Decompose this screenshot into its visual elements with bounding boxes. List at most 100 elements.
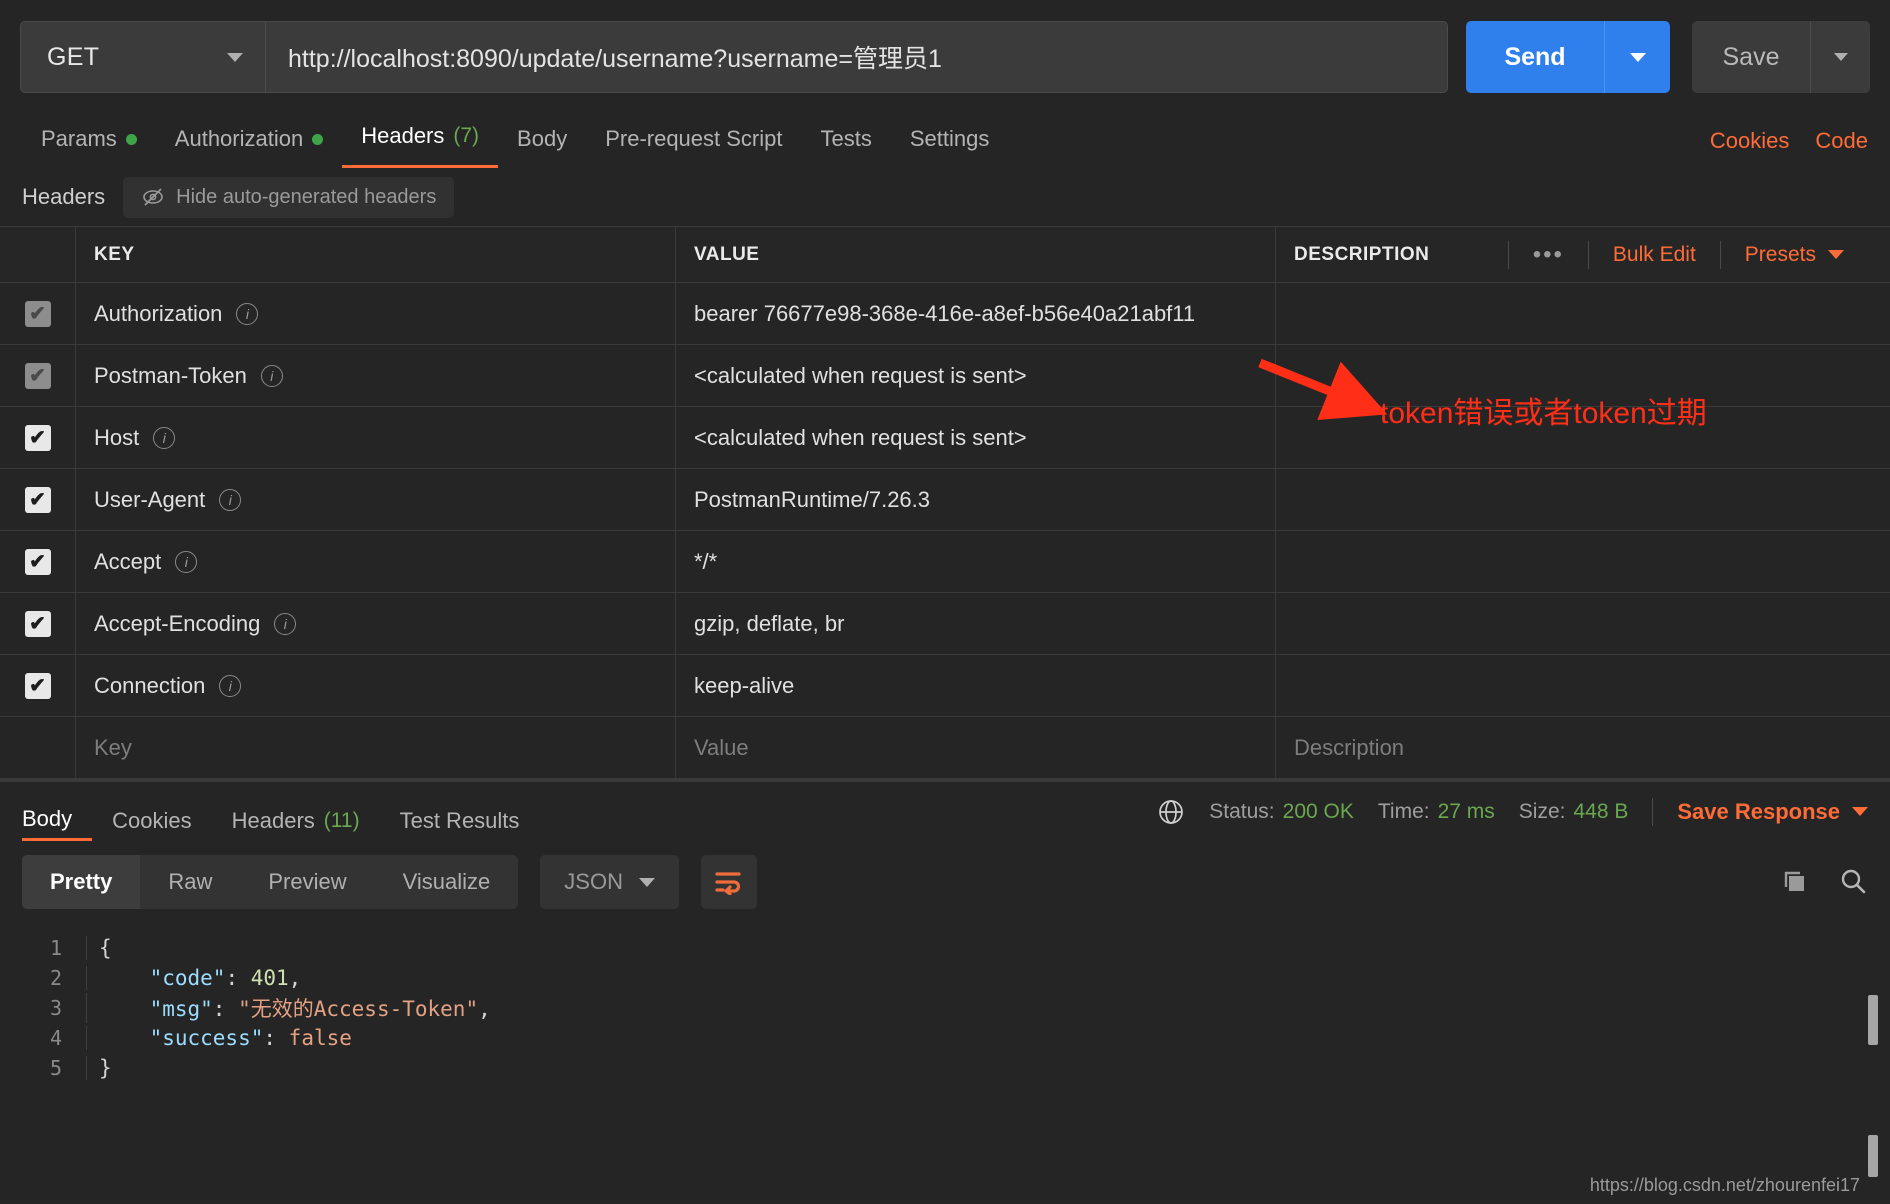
new-header-key-input[interactable]: Key: [76, 717, 676, 778]
http-method-selector[interactable]: GET: [20, 21, 265, 93]
header-key-cell[interactable]: Authorization i: [76, 283, 676, 344]
header-value-cell[interactable]: PostmanRuntime/7.26.3: [676, 469, 1276, 530]
request-tab-body[interactable]: Body: [498, 126, 586, 168]
response-body-code[interactable]: 1{2 "code": 401, 3 "msg": "无效的Access-Toke…: [0, 923, 1890, 1083]
cookies-link[interactable]: Cookies: [1710, 128, 1789, 154]
code-line-content: {: [86, 936, 112, 960]
response-format-selector[interactable]: JSON: [540, 855, 679, 909]
response-scrollbar-thumb-top[interactable]: [1868, 995, 1878, 1045]
header-key-cell[interactable]: Host i: [76, 407, 676, 468]
header-key-cell[interactable]: Accept-Encoding i: [76, 593, 676, 654]
code-line: 4 "success": false: [0, 1023, 1890, 1053]
header-description-cell[interactable]: [1276, 283, 1890, 344]
info-icon[interactable]: i: [236, 302, 259, 325]
response-view-visualize[interactable]: Visualize: [375, 855, 519, 909]
chevron-down-icon: [638, 877, 655, 887]
header-value-cell[interactable]: <calculated when request is sent>: [676, 345, 1276, 406]
header-value-cell[interactable]: gzip, deflate, br: [676, 593, 1276, 654]
header-enabled-checkbox[interactable]: ✔: [24, 300, 51, 327]
header-enabled-checkbox[interactable]: ✔: [24, 548, 51, 575]
headers-table-row[interactable]: ✔ Host i <calculated when request is sent>: [0, 407, 1890, 469]
more-options-icon[interactable]: •••: [1509, 241, 1588, 269]
response-tab-test-results[interactable]: Test Results: [400, 782, 540, 841]
response-tab-body[interactable]: Body: [22, 782, 93, 841]
info-icon[interactable]: i: [219, 488, 242, 511]
headers-table-row[interactable]: ✔ Accept-Encoding i gzip, deflate, br: [0, 593, 1890, 655]
header-enabled-checkbox[interactable]: ✔: [24, 362, 51, 389]
save-button[interactable]: Save: [1692, 21, 1810, 93]
headers-table-row[interactable]: ✔ Accept i */*: [0, 531, 1890, 593]
header-key-cell[interactable]: Postman-Token i: [76, 345, 676, 406]
headers-section-title: Headers: [22, 184, 106, 209]
row-checkbox-cell: ✔: [0, 345, 76, 406]
response-view-pretty[interactable]: Pretty: [22, 855, 141, 909]
response-view-preview[interactable]: Preview: [240, 855, 374, 909]
save-response-label: Save Response: [1677, 798, 1840, 824]
time-label: Time:: [1377, 799, 1430, 823]
info-icon[interactable]: i: [175, 550, 198, 573]
search-icon[interactable]: [1838, 867, 1868, 897]
code-line: 5}: [0, 1053, 1890, 1083]
request-url-input[interactable]: http://localhost:8090/update/username?us…: [265, 21, 1448, 93]
headers-table-row[interactable]: ✔ Postman-Token i <calculated when request …: [0, 345, 1890, 407]
header-enabled-checkbox[interactable]: ✔: [24, 424, 51, 451]
send-options-button[interactable]: [1604, 21, 1670, 93]
header-value-cell[interactable]: keep-alive: [676, 655, 1276, 716]
header-key-cell[interactable]: Connection i: [76, 655, 676, 716]
info-icon[interactable]: i: [274, 612, 297, 635]
response-meta: Status: 200 OK Time: 27 ms Size: 448 B S…: [1157, 797, 1868, 826]
headers-table: KEY VALUE DESCRIPTION ••• Bulk Edit Pres…: [0, 226, 1890, 779]
header-enabled-checkbox[interactable]: ✔: [24, 672, 51, 699]
request-tab-headers[interactable]: Headers (7): [342, 123, 499, 168]
new-header-value-input[interactable]: Value: [676, 717, 1276, 778]
header-enabled-checkbox[interactable]: ✔: [24, 486, 51, 513]
header-key-cell[interactable]: Accept i: [76, 531, 676, 592]
request-tab-label: Params: [41, 126, 117, 151]
code-link[interactable]: Code: [1815, 128, 1868, 154]
request-tab-params[interactable]: Params: [22, 126, 156, 168]
response-tab-cookies[interactable]: Cookies: [112, 782, 211, 841]
info-icon[interactable]: i: [219, 674, 242, 697]
header-key-cell[interactable]: User-Agent i: [76, 469, 676, 530]
header-description-cell[interactable]: [1276, 407, 1890, 468]
header-description-cell[interactable]: [1276, 345, 1890, 406]
save-response-button[interactable]: Save Response: [1677, 799, 1868, 825]
send-button[interactable]: Send: [1466, 21, 1604, 93]
response-body-tools-right: [1780, 867, 1868, 897]
header-description-cell[interactable]: [1276, 531, 1890, 592]
request-tab-pre-request-script[interactable]: Pre-request Script: [586, 126, 801, 168]
request-tab-settings[interactable]: Settings: [891, 126, 1009, 168]
request-tab-tests[interactable]: Tests: [802, 126, 891, 168]
code-token: :: [263, 1026, 289, 1050]
presets-button[interactable]: Presets: [1721, 243, 1868, 267]
headers-table-placeholder-row[interactable]: Key Value Description: [0, 717, 1890, 779]
bulk-edit-button[interactable]: Bulk Edit: [1589, 243, 1720, 267]
request-tab-bar: Params Authorization Headers (7) Body Pre-req…: [0, 110, 1890, 168]
response-view-raw[interactable]: Raw: [140, 855, 240, 909]
headers-table-row[interactable]: ✔ Authorization i bearer 76677e98-368e-416e…: [0, 283, 1890, 345]
header-description-cell[interactable]: [1276, 469, 1890, 530]
header-value-cell[interactable]: bearer 76677e98-368e-416e-a8ef-b56e40a21…: [676, 283, 1276, 344]
headers-table-row[interactable]: ✔ Connection i keep-alive: [0, 655, 1890, 717]
header-enabled-checkbox[interactable]: ✔: [24, 610, 51, 637]
column-header-description-label: DESCRIPTION: [1294, 243, 1430, 265]
line-number: 5: [49, 1056, 62, 1080]
hide-auto-generated-headers-button[interactable]: Hide auto-generated headers: [123, 176, 455, 218]
info-icon[interactable]: i: [153, 426, 176, 449]
request-tab-authorization[interactable]: Authorization: [156, 126, 342, 168]
response-tab-headers[interactable]: Headers (11): [232, 782, 380, 841]
status-label: Status:: [1209, 799, 1275, 823]
wrap-lines-button[interactable]: [700, 855, 757, 909]
info-icon[interactable]: i: [260, 364, 283, 387]
headers-table-row[interactable]: ✔ User-Agent i PostmanRuntime/7.26.3: [0, 469, 1890, 531]
header-description-cell[interactable]: [1276, 655, 1890, 716]
time-value: 27 ms: [1437, 799, 1495, 823]
new-header-description-input[interactable]: Description: [1276, 717, 1890, 778]
save-options-button[interactable]: [1810, 21, 1870, 93]
request-tab-label: Pre-request Script: [605, 126, 783, 151]
copy-icon[interactable]: [1780, 867, 1810, 897]
response-scrollbar-thumb-bottom[interactable]: [1868, 1135, 1878, 1177]
header-value-cell[interactable]: */*: [676, 531, 1276, 592]
header-value-cell[interactable]: <calculated when request is sent>: [676, 407, 1276, 468]
header-description-cell[interactable]: [1276, 593, 1890, 654]
